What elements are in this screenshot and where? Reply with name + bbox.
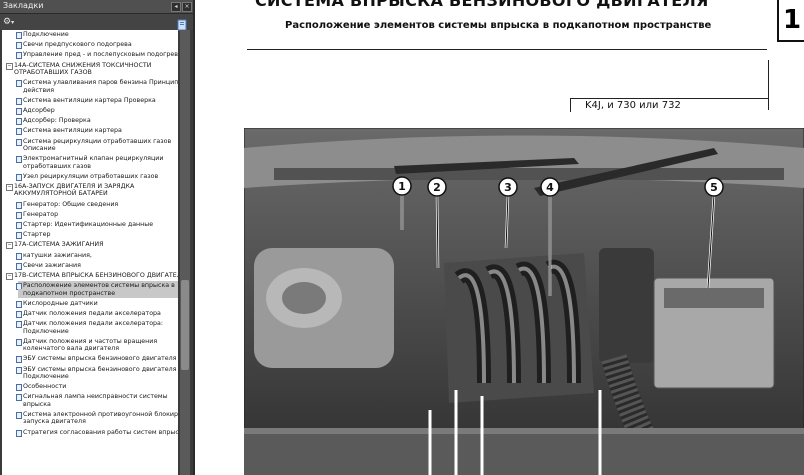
gear-icon: ⚙ (3, 17, 12, 27)
bookmark-page-icon (16, 42, 22, 50)
bookmark-page-icon (16, 384, 22, 392)
bookmark-page-icon (16, 211, 22, 219)
bookmark-item[interactable]: Стартер (23, 231, 50, 238)
bookmark-item[interactable]: Узел рециркуляции отработавших газов (23, 173, 158, 180)
page-number-badge: 1 (777, 0, 804, 42)
bookmark-item[interactable]: отработавших газов (23, 163, 91, 170)
bookmark-item[interactable]: Адсорбер: Проверка (23, 117, 91, 124)
bookmark-item[interactable]: Стратегия согласования работы систем впр… (23, 429, 178, 436)
bookmark-page-icon (16, 311, 22, 318)
bookmarks-titlebar: Закладки ◂ × (0, 0, 193, 14)
collapse-toggle-icon[interactable]: − (6, 184, 13, 191)
engine-bay-photo: 1 2 3 4 5 (244, 128, 804, 475)
bookmark-item[interactable]: катушки зажигания, (23, 252, 92, 259)
bookmark-page-icon (16, 222, 22, 229)
bookmark-item[interactable]: Подключение (23, 328, 69, 335)
bookmark-item[interactable]: Кислородные датчики (23, 300, 98, 307)
bookmark-item[interactable]: Система вентиляции картера (23, 127, 122, 134)
bookmarks-toolbar: ⚙▾ (0, 14, 193, 31)
bookmark-item[interactable]: Подключение (23, 373, 69, 380)
bookmarks-panel: Закладки ◂ × ⚙▾ Подключение Свечи предпус… (0, 0, 195, 475)
bookmark-item[interactable]: коленчатого вала двигателя (23, 345, 119, 352)
bookmark-item[interactable]: Свечи предпускового подогрева (23, 41, 132, 48)
bookmark-item[interactable]: Сигнальная лампа неисправности системы (23, 393, 168, 400)
bookmark-item[interactable]: Система улавливания паров бензина Принци… (23, 79, 178, 86)
bookmark-page-icon (16, 173, 22, 181)
bookmark-page-icon (16, 80, 22, 88)
bookmark-item[interactable]: Генератор (23, 211, 58, 218)
bookmark-item[interactable]: подкапотном пространстве (23, 290, 115, 297)
bookmark-page-icon (16, 252, 22, 260)
callout-number: 2 (433, 181, 441, 194)
bookmark-page-icon (16, 201, 22, 209)
page-subtitle: Расположение элементов системы впрыска в… (285, 20, 712, 31)
collapse-toggle-icon[interactable]: − (6, 242, 13, 250)
bookmark-page-icon (16, 138, 22, 146)
divider (247, 49, 767, 50)
collapse-toggle-icon[interactable]: − (6, 273, 13, 280)
engine-model-label: K4J, и 730 или 732 (570, 98, 768, 112)
bookmark-item[interactable]: запуска двигателя (23, 418, 86, 425)
bookmark-item[interactable]: 17В-СИСТЕМА ВПРЫСКА БЕНЗИНОВОГО ДВИГАТЕЛ… (14, 272, 178, 279)
callout-number: 5 (710, 181, 718, 194)
bookmarks-tree[interactable]: Подключение Свечи предпускового подогрева… (2, 30, 178, 475)
bookmark-item[interactable]: Датчик положения и частоты вращения (23, 338, 157, 345)
bookmark-item[interactable]: ОТРАБОТАВШИХ ГАЗОВ (14, 69, 92, 76)
chevron-down-icon: ▾ (11, 19, 15, 26)
bookmark-page-icon (16, 356, 22, 364)
divider (768, 60, 769, 110)
bookmark-page-icon (16, 52, 22, 60)
bookmark-page-icon (16, 321, 22, 329)
close-icon[interactable]: × (182, 2, 192, 12)
scrollbar-thumb[interactable] (181, 280, 189, 370)
bookmark-item[interactable]: 17А-СИСТЕМА ЗАЖИГАНИЯ (14, 241, 103, 248)
bookmark-item[interactable]: Управление пред - и послепусковым подогр… (23, 51, 178, 58)
bookmarks-title: Закладки (3, 1, 44, 10)
bookmark-page-icon (16, 32, 22, 39)
bookmark-page-icon (16, 118, 22, 126)
document-page: СИСТЕМА ВПРЫСКА БЕНЗИНОВОГО ДВИГАТЕЛЯ Ра… (195, 0, 804, 475)
bookmark-item[interactable]: Свечи зажигания (23, 262, 81, 269)
bookmark-page-icon (16, 366, 22, 374)
bookmark-item[interactable]: Система вентиляции картера Проверка (23, 97, 156, 104)
collapse-toggle-icon[interactable]: − (6, 62, 13, 70)
scrollbar[interactable] (180, 30, 190, 475)
bookmark-page-icon (16, 128, 22, 136)
bookmark-item[interactable]: 14А-СИСТЕМА СНИЖЕНИЯ ТОКСИЧНОСТИ (14, 62, 151, 69)
bookmark-item[interactable]: ЭБУ системы впрыска бензинового двигател… (23, 355, 176, 362)
bookmark-page-icon (16, 300, 22, 308)
bookmark-item[interactable]: Описание (23, 145, 56, 152)
bookmark-item[interactable]: Система рециркуляции отработавших газов (23, 138, 171, 145)
bookmark-page-icon (16, 97, 22, 105)
expand-bookmark-button[interactable] (177, 16, 188, 31)
callout-number: 4 (546, 181, 554, 194)
bookmark-page-icon (16, 262, 22, 270)
callout-number: 3 (504, 181, 512, 194)
bookmark-item[interactable]: Стартер: Идентификационные данные (23, 221, 153, 228)
page-title: СИСТЕМА ВПРЫСКА БЕНЗИНОВОГО ДВИГАТЕЛЯ (255, 0, 709, 10)
bookmark-item[interactable]: Генератор: Общие сведения (23, 201, 118, 208)
bookmark-item[interactable]: Адсорбер (23, 107, 55, 114)
bookmark-item[interactable]: Особенности (23, 383, 66, 390)
bookmark-page-icon (16, 156, 22, 164)
options-menu-button[interactable]: ⚙▾ (3, 16, 23, 28)
bookmark-item[interactable]: ЭБУ системы впрыска бензинового двигател… (23, 366, 176, 373)
collapse-arrow-icon[interactable]: ◂ (171, 2, 181, 12)
bookmark-item[interactable]: Датчик положения педали акселератора: (23, 320, 163, 327)
bookmark-item[interactable]: Датчик положения педали акселератора (23, 310, 161, 317)
bookmark-item[interactable]: Электромагнитный клапан рециркуляции (23, 155, 163, 162)
bookmark-page-icon (16, 108, 22, 115)
bookmark-item[interactable]: впрыска (23, 401, 51, 408)
bookmark-item[interactable]: АККУМУЛЯТОРНОЙ БАТАРЕИ (14, 190, 108, 197)
bookmark-item[interactable]: действия (23, 87, 54, 94)
callout-number: 1 (398, 180, 406, 193)
bookmark-page-icon (16, 412, 22, 419)
bookmark-page-icon (16, 394, 22, 402)
bookmark-page-icon (16, 232, 22, 240)
bookmark-page-icon (16, 338, 22, 346)
bookmark-item[interactable]: Подключение (23, 31, 69, 38)
bookmark-item[interactable]: Система электронной противоугонной блоки… (23, 411, 178, 418)
bookmark-page-icon (16, 429, 22, 437)
